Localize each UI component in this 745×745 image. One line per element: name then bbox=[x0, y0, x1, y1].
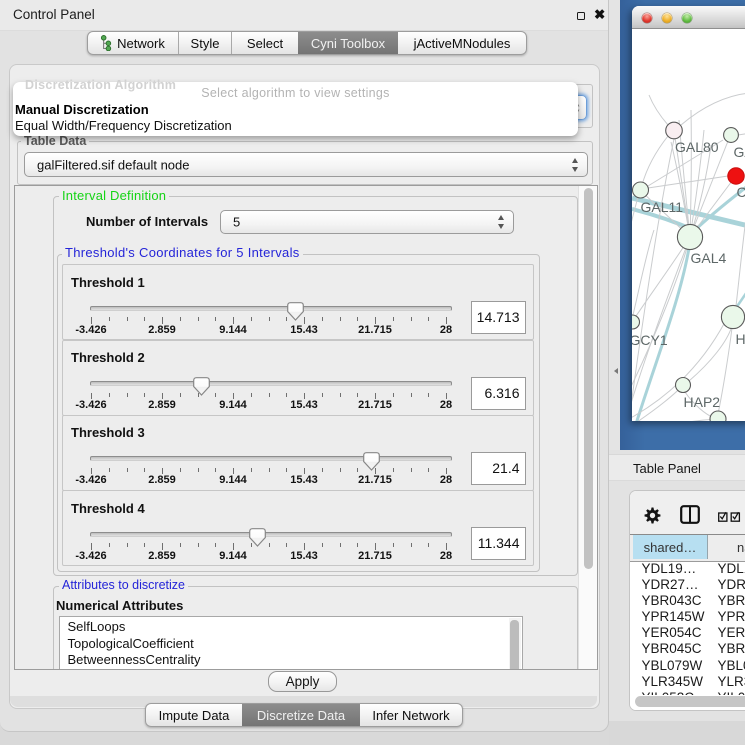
svg-text:HAP2: HAP2 bbox=[684, 394, 721, 410]
svg-text:GAL2: GAL2 bbox=[734, 144, 745, 160]
svg-text:CYC1: CYC1 bbox=[737, 184, 745, 200]
svg-text:HIS4: HIS4 bbox=[736, 331, 745, 347]
svg-text:GAL80: GAL80 bbox=[675, 139, 719, 155]
svg-text:GAL11: GAL11 bbox=[641, 199, 684, 215]
svg-text:GAL4: GAL4 bbox=[691, 250, 727, 266]
svg-text:GCY1: GCY1 bbox=[632, 332, 668, 348]
